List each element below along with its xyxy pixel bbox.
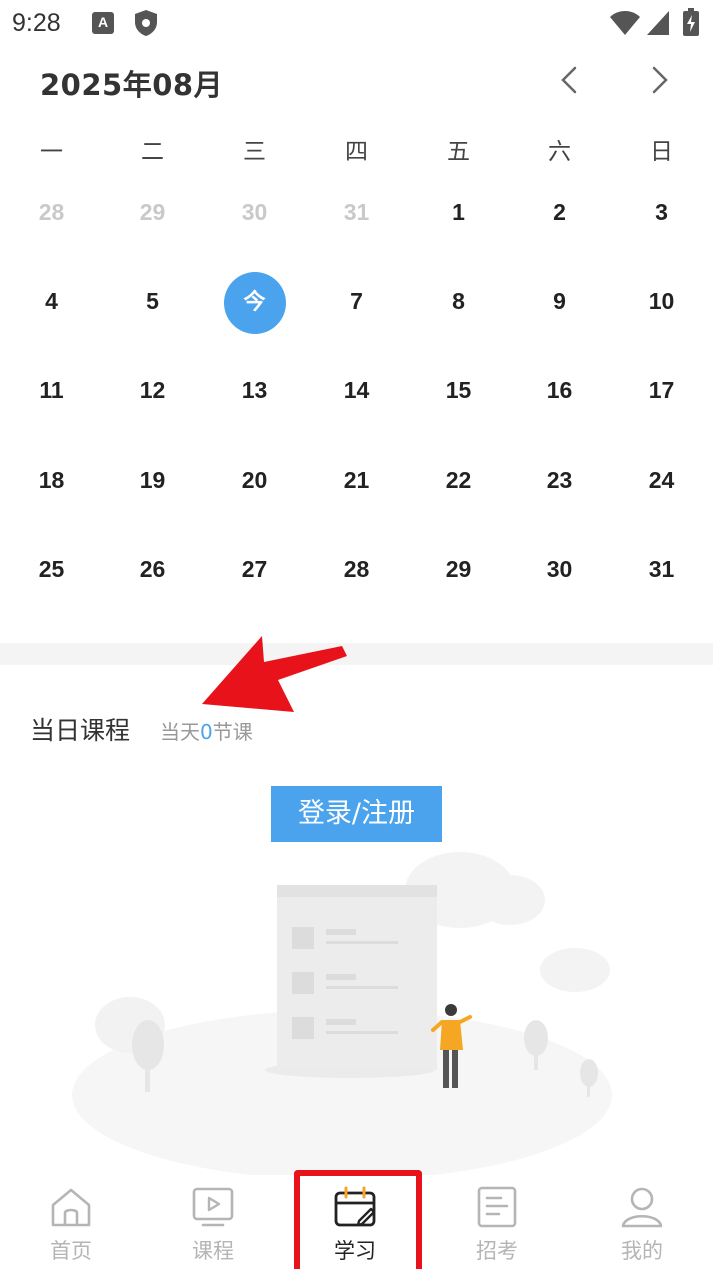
calendar-day[interactable]: 18 (1, 450, 102, 510)
tab-recruitment[interactable]: 招考 (426, 1175, 568, 1269)
weekday-label: 三 (243, 139, 266, 165)
empty-state-illustration (72, 852, 612, 1175)
today-marker: 今 (223, 272, 286, 334)
chevron-left-icon[interactable] (550, 60, 590, 100)
tab-profile-label: 我的 (621, 1239, 663, 1263)
calendar-day[interactable]: 20 (204, 450, 305, 510)
calendar-day[interactable]: 21 (306, 450, 407, 510)
calendar-day[interactable]: 28 (306, 539, 407, 599)
calendar-day[interactable]: 1 (408, 182, 509, 242)
weekday-label: 二 (141, 139, 164, 165)
tab-courses-label: 课程 (192, 1239, 234, 1263)
calendar-day[interactable]: 10 (611, 271, 712, 331)
calendar-day[interactable]: 5 (102, 271, 203, 331)
battery-charging-icon (683, 8, 699, 36)
calendar-day[interactable]: 28 (1, 182, 102, 242)
calendar-day[interactable]: 3 (611, 182, 712, 242)
calendar-day[interactable]: 7 (306, 271, 407, 331)
count-prefix: 当天 (160, 720, 200, 744)
calendar-day[interactable]: 31 (306, 182, 407, 242)
tab-profile[interactable]: 我的 (571, 1175, 713, 1269)
calendar-day[interactable]: 23 (509, 450, 610, 510)
calendar-day[interactable]: 30 (509, 539, 610, 599)
calendar-day[interactable]: 22 (408, 450, 509, 510)
calendar-day[interactable]: 26 (102, 539, 203, 599)
today-cell[interactable]: 今 (204, 271, 305, 334)
calendar-day[interactable]: 25 (1, 539, 102, 599)
user-icon (621, 1187, 663, 1228)
daily-courses-title: 当日课程 (30, 716, 131, 745)
calendar-day[interactable]: 29 (102, 182, 203, 242)
calendar-day[interactable]: 2 (509, 182, 610, 242)
status-bar: 9:28 A (0, 0, 713, 48)
chevron-right-icon[interactable] (640, 60, 680, 100)
tab-home-label: 首页 (50, 1239, 92, 1263)
tab-courses[interactable]: 课程 (142, 1175, 284, 1269)
shield-icon (135, 10, 157, 36)
a-notification-icon: A (92, 12, 114, 34)
calendar-day[interactable]: 17 (611, 360, 712, 420)
calendar-day[interactable]: 14 (306, 360, 407, 420)
calendar-day[interactable]: 9 (509, 271, 610, 331)
video-play-icon (192, 1187, 234, 1227)
calendar-day[interactable]: 11 (1, 360, 102, 420)
calendar-day[interactable]: 19 (102, 450, 203, 510)
calendar-day[interactable]: 30 (204, 182, 305, 242)
weekday-label: 一 (40, 139, 63, 165)
weekday-label: 四 (345, 139, 368, 165)
tab-recruitment-label: 招考 (476, 1239, 518, 1263)
calendar-day[interactable]: 31 (611, 539, 712, 599)
document-icon (477, 1186, 517, 1228)
calendar-day[interactable]: 8 (408, 271, 509, 331)
weekday-label: 五 (447, 139, 470, 165)
section-divider (0, 643, 713, 665)
wifi-icon (610, 11, 640, 35)
home-icon (51, 1188, 91, 1227)
red-highlight-box (294, 1170, 422, 1269)
count-suffix: 节课 (212, 720, 253, 744)
calendar-day[interactable]: 13 (204, 360, 305, 420)
calendar-day[interactable]: 12 (102, 360, 203, 420)
calendar-day[interactable]: 29 (408, 539, 509, 599)
login-register-button[interactable]: 登录/注册 (271, 786, 442, 842)
weekday-label: 日 (650, 139, 673, 165)
course-count: 0 (200, 720, 213, 744)
calendar-day[interactable]: 24 (611, 450, 712, 510)
calendar-day[interactable]: 15 (408, 360, 509, 420)
signal-icon (647, 11, 669, 35)
tab-home[interactable]: 首页 (0, 1175, 142, 1269)
calendar-month-title: 2025年08月 (40, 68, 224, 102)
red-arrow-annotation (202, 636, 347, 712)
calendar-day[interactable]: 4 (1, 271, 102, 331)
daily-courses-count: 当天0节课 (160, 716, 253, 745)
calendar-day[interactable]: 27 (204, 539, 305, 599)
weekday-label: 六 (548, 139, 571, 165)
calendar-day[interactable]: 16 (509, 360, 610, 420)
status-time: 9:28 (12, 9, 61, 37)
